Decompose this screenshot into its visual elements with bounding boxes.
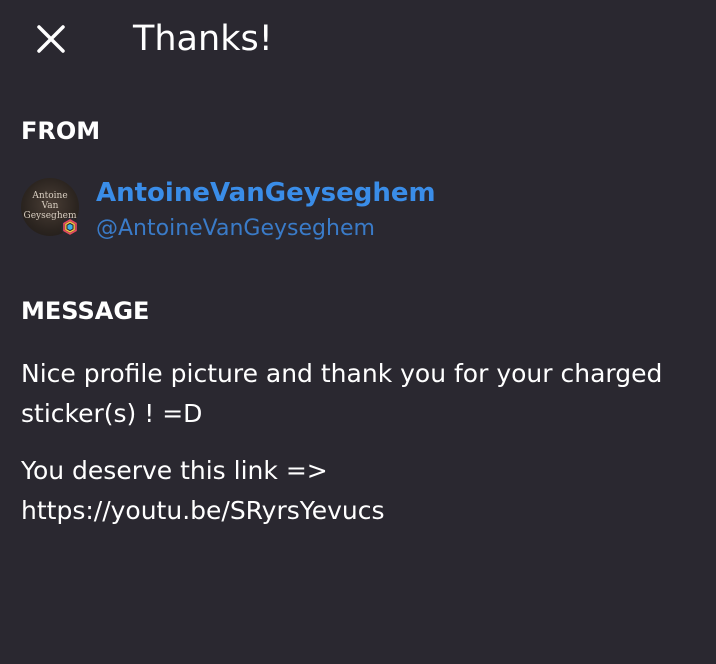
close-icon <box>37 25 65 53</box>
avatar-text-line1: Antoine <box>32 191 68 201</box>
message-label: MESSAGE <box>21 297 150 325</box>
sender-display-name[interactable]: AntoineVanGeyseghem <box>96 176 436 210</box>
message-body: Nice profile picture and thank you for y… <box>21 354 701 548</box>
avatar-text-line2: Van <box>41 201 59 211</box>
sender-handle[interactable]: @AntoineVanGeyseghem <box>96 215 375 243</box>
from-label: FROM <box>21 117 101 145</box>
close-button[interactable] <box>32 20 70 58</box>
message-paragraph: You deserve this link => https://youtu.b… <box>21 456 385 525</box>
message-paragraph: Nice profile picture and thank you for y… <box>21 359 663 428</box>
sender-info: Antoine Van Geyseghem AntoineVanGeyseghe… <box>21 176 701 246</box>
header: Thanks! <box>0 0 716 80</box>
hexagon-badge-icon <box>61 218 79 236</box>
avatar-text: Antoine Van Geyseghem <box>21 191 79 221</box>
page-title: Thanks! <box>133 19 273 59</box>
